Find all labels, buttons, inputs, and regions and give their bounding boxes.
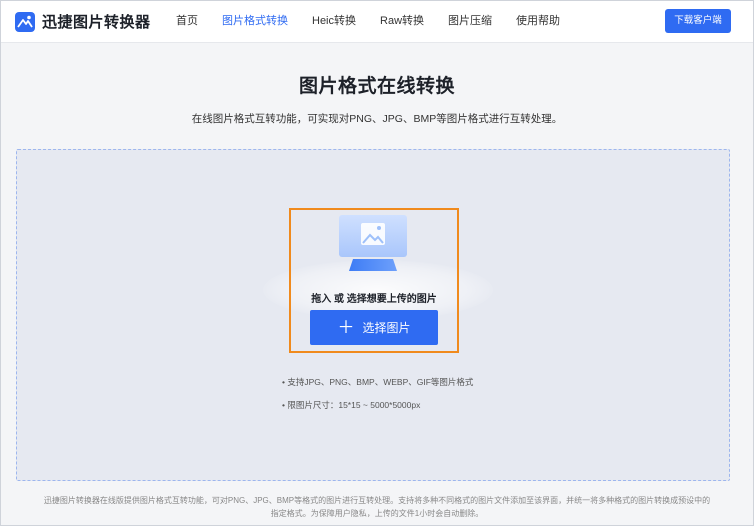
nav-heic-convert[interactable]: Heic转换 xyxy=(312,1,356,43)
app-name: 迅捷图片转换器 xyxy=(42,14,151,31)
download-client-button[interactable]: 下载客户端 xyxy=(665,9,731,33)
tip-size-limit: • 限图片尺寸：15*15 ~ 5000*5000px xyxy=(282,400,421,410)
nav-home[interactable]: 首页 xyxy=(176,1,198,43)
upload-tips: • 支持JPG、PNG、BMP、WEBP、GIF等图片格式 • 限图片尺寸：15… xyxy=(282,376,473,422)
upload-dropzone[interactable]: 拖入 或 选择想要上传的图片 ＋ 选择图片 • 支持JPG、PNG、BMP、WE… xyxy=(16,149,730,481)
page-title: 图片格式在线转换 xyxy=(298,76,455,97)
nav-raw-convert[interactable]: Raw转换 xyxy=(380,1,424,43)
image-upload-illustration-icon xyxy=(339,215,407,271)
tip-supported-formats: • 支持JPG、PNG、BMP、WEBP、GIF等图片格式 xyxy=(282,377,474,387)
nav-help[interactable]: 使用帮助 xyxy=(516,1,560,43)
footer-note: 迅捷图片转换器在线版提供图片格式互转功能，可对PNG、JPG、BMP等格式的图片… xyxy=(43,496,711,518)
main-nav: 首页 图片格式转换 Heic转换 Raw转换 图片压缩 使用帮助 xyxy=(176,1,584,43)
nav-image-format-convert[interactable]: 图片格式转换 xyxy=(222,1,288,43)
plus-icon: ＋ xyxy=(337,318,355,337)
app-logo[interactable]: 迅捷图片转换器 xyxy=(15,11,151,32)
upload-area[interactable]: 拖入 或 选择想要上传的图片 ＋ 选择图片 xyxy=(289,208,459,353)
upload-hint: 拖入 或 选择想要上传的图片 xyxy=(311,294,437,305)
page-subtitle: 在线图片格式互转功能，可实现对PNG、JPG、BMP等图片格式进行互转处理。 xyxy=(191,113,563,125)
select-image-button[interactable]: ＋ 选择图片 xyxy=(310,310,438,345)
logo-icon xyxy=(15,11,35,32)
select-image-label: 选择图片 xyxy=(362,321,411,335)
nav-image-compress[interactable]: 图片压缩 xyxy=(448,1,492,43)
top-header: 迅捷图片转换器 首页 图片格式转换 Heic转换 Raw转换 图片压缩 使用帮助… xyxy=(1,1,753,43)
